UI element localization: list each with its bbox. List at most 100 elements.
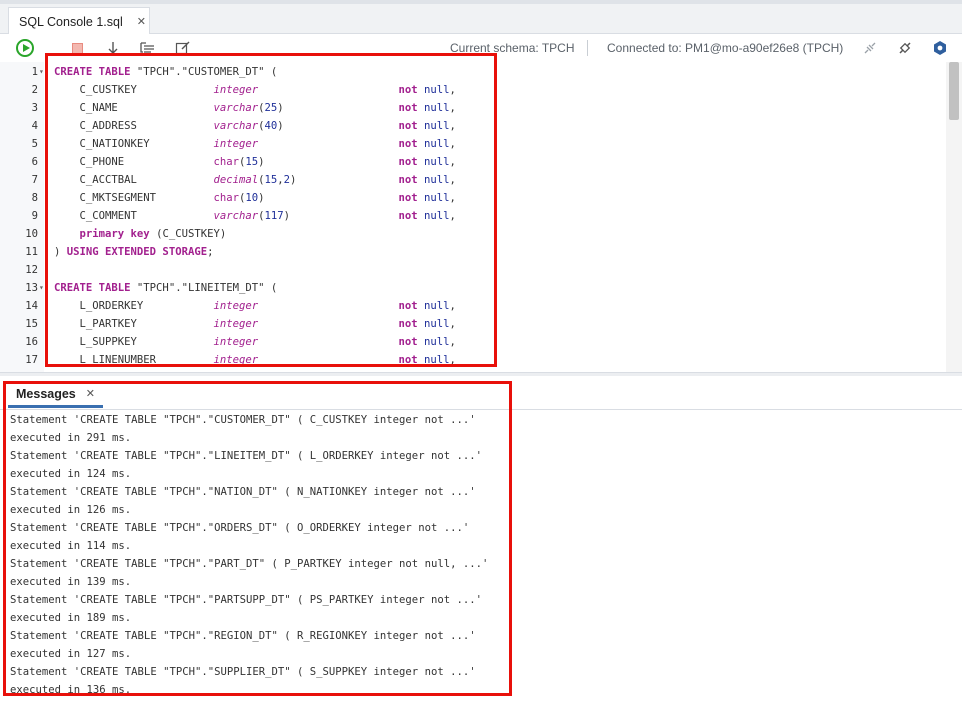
code-token: not (398, 192, 418, 204)
code-token: "TPCH"."CUSTOMER_DT" ( (130, 66, 278, 78)
editor-scrollbar[interactable] (946, 62, 962, 372)
code-token: , (449, 318, 456, 330)
format-code-icon[interactable] (138, 38, 158, 58)
code-token: char (213, 156, 239, 168)
code-line: 16 L_SUPPKEY integer not null, (0, 333, 946, 351)
code-token: C_ACCTBAL (54, 174, 214, 186)
code-text: C_CUSTKEY integer not null, (54, 81, 456, 99)
run-icon[interactable] (15, 38, 35, 58)
code-line: 9 C_COMMENT varchar(117) not null, (0, 207, 946, 225)
code-text: ) USING EXTENDED STORAGE; (54, 243, 213, 261)
code-token: 25 (264, 102, 278, 114)
code-token: 15 (264, 174, 278, 186)
code-token: not (398, 354, 418, 366)
code-token: C_MKTSEGMENT (54, 192, 214, 204)
code-token: integer (213, 300, 259, 312)
line-number: 11 (25, 246, 38, 258)
message-line: executed in 124 ms. (10, 468, 132, 480)
code-token: C_ADDRESS (54, 120, 214, 132)
code-token: L_PARTKEY (54, 318, 214, 330)
stop-icon[interactable] (67, 38, 87, 58)
code-text: CREATE TABLE "TPCH"."CUSTOMER_DT" ( (54, 63, 277, 81)
code-token: null (424, 102, 450, 114)
code-token: null (423, 354, 450, 366)
download-arrow-icon[interactable] (103, 38, 123, 58)
messages-output: Statement 'CREATE TABLE "TPCH"."CUSTOMER… (0, 410, 962, 707)
code-line: 1 ▾ CREATE TABLE "TPCH"."CUSTOMER_DT" ( (0, 63, 946, 81)
code-token: CREATE TABLE (54, 66, 131, 78)
connection-label: Connected to: PM1@mo-a90ef26e8 (TPCH) (607, 41, 844, 55)
code-token: , (449, 192, 456, 204)
code-line: 3 C_NAME varchar(25) not null, (0, 99, 946, 117)
code-line: 13 ▾ CREATE TABLE "TPCH"."LINEITEM_DT" ( (0, 279, 946, 297)
message-line: Statement 'CREATE TABLE "TPCH"."LINEITEM… (10, 450, 482, 462)
line-number: 6 (31, 156, 38, 168)
code-text: CREATE TABLE "TPCH"."LINEITEM_DT" ( (54, 279, 277, 297)
message-line: Statement 'CREATE TABLE "TPCH"."PART_DT"… (10, 558, 489, 570)
code-token: char (213, 192, 239, 204)
messages-close-icon[interactable]: ✕ (86, 387, 95, 400)
code-line: 4 C_ADDRESS varchar(40) not null, (0, 117, 946, 135)
code-text: C_NAME varchar(25) not null, (54, 99, 456, 117)
code-token: null (424, 174, 450, 186)
fold-toggle-icon[interactable]: ▾ (39, 279, 44, 297)
code-token: , (449, 84, 456, 96)
code-token: integer (213, 354, 259, 366)
message-line: executed in 139 ms. (10, 576, 132, 588)
code-token: integer (213, 336, 259, 348)
code-token: not (398, 318, 418, 330)
line-number: 3 (31, 102, 38, 114)
code-token: varchar (213, 120, 259, 132)
code-token: L_ORDERKEY (54, 300, 214, 312)
code-token: null (423, 192, 450, 204)
code-text: C_COMMENT varchar(117) not null, (54, 207, 456, 225)
sql-editor[interactable]: 1 ▾ CREATE TABLE "TPCH"."CUSTOMER_DT" (2 C… (0, 62, 962, 372)
line-number: 2 (31, 84, 38, 96)
code-token: not (398, 156, 418, 168)
code-token: not (398, 336, 418, 348)
line-number: 1 (31, 66, 38, 78)
connect-plug-icon[interactable] (895, 38, 915, 58)
tab-messages[interactable]: Messages ✕ (8, 382, 103, 408)
fold-toggle-icon[interactable]: ▾ (39, 63, 44, 81)
code-text: L_ORDERKEY integer not null, (54, 297, 456, 315)
database-settings-icon[interactable] (930, 38, 950, 58)
line-number: 12 (25, 264, 38, 276)
edit-icon[interactable] (173, 38, 193, 58)
code-text: L_PARTKEY integer not null, (54, 315, 456, 333)
editor-scrollbar-thumb[interactable] (949, 62, 959, 120)
disconnect-icon[interactable] (860, 38, 880, 58)
code-line: 15 L_PARTKEY integer not null, (0, 315, 946, 333)
code-token: CREATE TABLE (54, 282, 131, 294)
code-token: null (423, 138, 450, 150)
code-token: ) (54, 246, 67, 258)
code-token: ; (207, 246, 214, 258)
message-line: executed in 126 ms. (10, 504, 132, 516)
code-token: , (449, 138, 456, 150)
tab-close-icon[interactable]: ✕ (137, 15, 146, 28)
code-token: , (449, 174, 456, 186)
line-number: 9 (31, 210, 38, 222)
code-line: 11 ) USING EXTENDED STORAGE; (0, 243, 946, 261)
code-line: 14 L_ORDERKEY integer not null, (0, 297, 946, 315)
line-number: 16 (25, 336, 38, 348)
message-line: Statement 'CREATE TABLE "TPCH"."ORDERS_D… (10, 522, 470, 534)
code-token: 15 (245, 156, 259, 168)
code-token: , (449, 156, 456, 168)
code-line: 5 C_NATIONKEY integer not null, (0, 135, 946, 153)
code-token: , (449, 354, 456, 366)
code-token: not (398, 210, 418, 222)
code-token: , (449, 102, 456, 114)
line-number: 10 (25, 228, 38, 240)
code-token: not (398, 174, 418, 186)
code-line: 17 L_LINENUMBER integer not null, (0, 351, 946, 369)
code-token: , (449, 336, 456, 348)
tab-sql-console[interactable]: SQL Console 1.sql ✕ (8, 7, 150, 35)
